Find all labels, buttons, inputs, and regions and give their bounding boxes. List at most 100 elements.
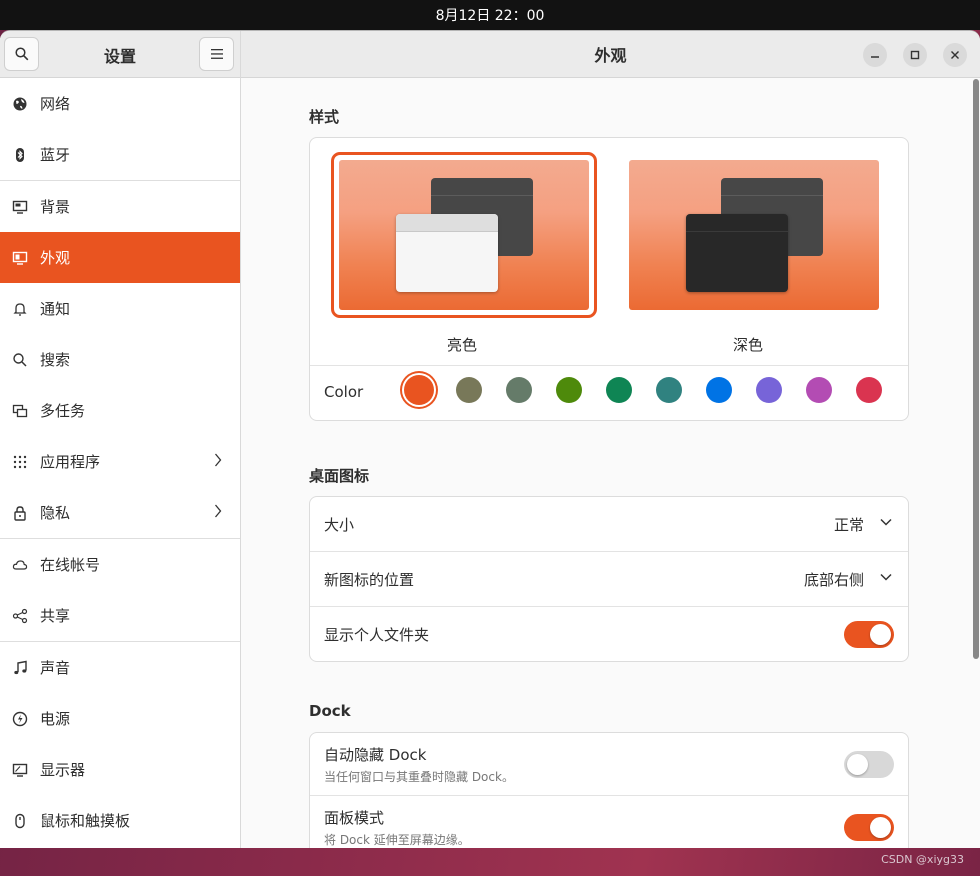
sidebar-item[interactable]: 共享	[0, 590, 240, 641]
search-icon	[14, 47, 28, 61]
autohide-dock-row: 自动隐藏 Dock 当任何窗口与其重叠时隐藏 Dock。	[310, 733, 908, 796]
chevron-down-icon	[880, 573, 892, 581]
search-button[interactable]	[4, 37, 39, 71]
new-icon-position-label: 新图标的位置	[324, 570, 415, 589]
desktop-icons-card: 大小 正常 新图标的位置 底部右侧 显示个人文件夹	[309, 496, 909, 662]
sidebar-item[interactable]: 声音	[0, 642, 240, 693]
dark-theme-option[interactable]	[629, 160, 879, 310]
power-icon	[12, 711, 28, 727]
sidebar-item-label: 电源	[40, 710, 71, 728]
minimize-button[interactable]	[863, 43, 887, 67]
show-home-folder-row: 显示个人文件夹	[310, 607, 908, 662]
bell-icon	[12, 301, 28, 317]
icon-size-label: 大小	[324, 515, 355, 534]
sidebar-item[interactable]: 外观	[0, 232, 240, 283]
sidebar-item-label: 应用程序	[40, 453, 101, 471]
autohide-dock-label: 自动隐藏 Dock	[324, 745, 427, 764]
accent-color-swatch[interactable]	[556, 377, 582, 403]
dock-card: 自动隐藏 Dock 当任何窗口与其重叠时隐藏 Dock。 面板模式 将 Dock…	[309, 732, 909, 848]
maximize-button[interactable]	[903, 43, 927, 67]
accent-color-swatch[interactable]	[456, 377, 482, 403]
maximize-icon	[910, 50, 920, 60]
sidebar-item[interactable]: 通知	[0, 283, 240, 334]
watermark: CSDN @xiyg33	[881, 853, 964, 866]
panel-mode-row: 面板模式 将 Dock 延伸至屏幕边缘。	[310, 796, 908, 848]
close-icon	[951, 51, 959, 59]
sidebar-item[interactable]: 网络	[0, 78, 240, 129]
sidebar-item[interactable]: 应用程序	[0, 436, 240, 487]
cloud-icon	[12, 557, 28, 573]
page-title: 外观	[594, 46, 627, 65]
mouse-icon	[12, 813, 28, 829]
style-card: 亮色 深色 Color	[309, 137, 909, 421]
panel-mode-toggle[interactable]	[844, 814, 894, 841]
accent-color-swatch[interactable]	[506, 377, 532, 403]
autohide-dock-description: 当任何窗口与其重叠时隐藏 Dock。	[324, 769, 514, 784]
accent-color-swatch[interactable]	[706, 377, 732, 403]
sidebar-item[interactable]: 在线帐号	[0, 539, 240, 590]
autohide-dock-toggle[interactable]	[844, 750, 894, 778]
sidebar-item-label: 多任务	[40, 402, 86, 420]
scrollbar[interactable]	[973, 79, 979, 659]
panel-mode-description: 将 Dock 延伸至屏幕边缘。	[324, 833, 470, 847]
show-home-folder-toggle[interactable]	[844, 621, 894, 648]
minimize-icon	[871, 56, 879, 58]
sidebar-item-label: 鼠标和触摸板	[40, 812, 131, 830]
icon-size-value[interactable]: 正常	[834, 514, 864, 535]
share-icon	[12, 608, 28, 624]
preview-front-window	[686, 214, 788, 292]
chevron-right-icon	[214, 453, 222, 471]
settings-window: 设置 网络 蓝牙 背景 外观 通知 搜索 多任务 应用程序 隐私 在线帐号 共享 声音 电源 显示器 鼠标和…	[0, 30, 980, 848]
sidebar-item-label: 共享	[40, 607, 71, 625]
accent-color-swatch[interactable]	[806, 377, 832, 403]
main-header: 外观	[241, 31, 980, 78]
sidebar-item[interactable]: 搜索	[0, 334, 240, 385]
apps-grid-icon	[12, 454, 28, 470]
sidebar-item[interactable]: 电源	[0, 693, 240, 744]
sidebar-item[interactable]: 隐私	[0, 487, 240, 538]
desktop-icons-section-title: 桌面图标	[309, 467, 370, 485]
accent-color-swatch[interactable]	[606, 377, 632, 403]
monitor-icon	[12, 199, 28, 215]
light-theme-option[interactable]	[339, 160, 589, 310]
menu-button[interactable]	[199, 37, 234, 71]
nav-group: 背景外观通知搜索多任务应用程序隐私	[0, 181, 240, 539]
sidebar-header: 设置	[0, 31, 240, 78]
multitask-icon	[12, 403, 28, 419]
sidebar-item-label: 网络	[40, 95, 71, 113]
search-icon	[12, 352, 28, 368]
lock-icon	[12, 505, 28, 521]
preview-front-window	[396, 214, 498, 292]
icon-size-row[interactable]: 大小 正常	[310, 497, 908, 552]
new-icon-position-row[interactable]: 新图标的位置 底部右侧	[310, 552, 908, 607]
accent-color-swatch[interactable]	[404, 375, 434, 405]
dock-section-title: Dock	[309, 702, 351, 720]
sidebar-item[interactable]: 背景	[0, 181, 240, 232]
sidebar-item[interactable]: 显示器	[0, 744, 240, 795]
accent-color-swatch[interactable]	[656, 377, 682, 403]
sidebar-item[interactable]: 蓝牙	[0, 129, 240, 180]
close-button[interactable]	[943, 43, 967, 67]
content-area: 样式 亮色 深色 Color 桌面图标 大小 正常 新图标的位置 底部右侧 显示…	[241, 78, 980, 848]
clock[interactable]: 8月12日 22：00	[436, 5, 545, 25]
accent-color-swatch[interactable]	[756, 377, 782, 403]
nav-group: 网络蓝牙	[0, 78, 240, 181]
sidebar-item[interactable]: 多任务	[0, 385, 240, 436]
music-note-icon	[12, 660, 28, 676]
new-icon-position-value[interactable]: 底部右侧	[804, 569, 864, 590]
dark-theme-label: 深色	[732, 336, 763, 354]
sidebar-item-label: 背景	[40, 198, 71, 216]
sidebar-item[interactable]: 鼠标和触摸板	[0, 795, 240, 846]
top-bar: 8月12日 22：00	[0, 0, 980, 30]
sidebar-item-label: 外观	[40, 249, 71, 267]
panel-mode-label: 面板模式	[324, 809, 385, 827]
sidebar-nav: 网络蓝牙背景外观通知搜索多任务应用程序隐私 在线帐号共享声音电源显示器鼠标和触摸板	[0, 78, 240, 846]
bluetooth-icon	[12, 147, 28, 163]
accent-color-swatch[interactable]	[856, 377, 882, 403]
sidebar-item-label: 搜索	[40, 351, 71, 369]
nav-group: 在线帐号共享	[0, 539, 240, 642]
sidebar: 设置 网络蓝牙背景外观通知搜索多任务应用程序隐私 在线帐号共享声音电源显示器鼠标和…	[0, 31, 241, 848]
hamburger-icon	[210, 49, 223, 59]
chevron-down-icon	[880, 518, 892, 526]
nav-group: 声音电源显示器鼠标和触摸板	[0, 642, 240, 846]
